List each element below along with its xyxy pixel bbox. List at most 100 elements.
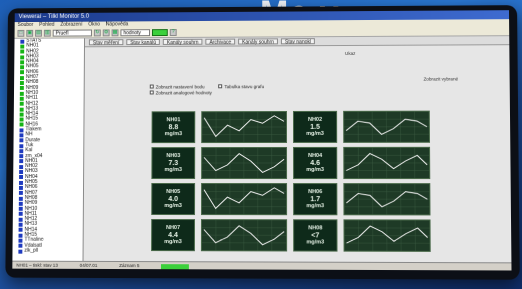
channel-value: 1.5 (310, 123, 320, 131)
channel-status-icon (18, 191, 23, 196)
channel-status-icon (19, 149, 24, 154)
channel-status-icon (20, 49, 25, 54)
channel-name: NH06 (308, 188, 323, 195)
channel-status-icon (20, 44, 25, 49)
monitor-bezel: Vieweraí – Tilkl Monitor 5.0 Soubor Pohle… (5, 5, 520, 280)
channel-status-icon (19, 117, 24, 122)
channel-status-icon (18, 233, 23, 238)
channel-trend-chart[interactable] (343, 219, 431, 252)
channel-trend-chart[interactable] (201, 183, 288, 216)
point-field[interactable]: Pruefl (52, 29, 92, 37)
channel-name: NH02 (307, 116, 323, 123)
channel-status-icon (20, 60, 25, 65)
chart-icon[interactable]: ▦ (111, 29, 119, 37)
channel-status-icon (18, 222, 23, 227)
channel-name: NH04 (308, 152, 323, 159)
channel-value: 8.8 (168, 123, 179, 131)
channel-value-box[interactable]: NH08 <7 mg/m3 (293, 219, 338, 252)
channel-value-box[interactable]: NH03 7.3 mg/m3 (151, 147, 196, 180)
option-label: Tabulka stavu grafu (224, 83, 265, 89)
tab[interactable]: Archivace (205, 38, 236, 46)
channel-status-icon (20, 54, 25, 59)
status-ok-indicator (161, 263, 190, 269)
save-icon[interactable]: ▤ (35, 29, 42, 37)
tab[interactable]: Kanály souhrn (238, 38, 278, 46)
channel-unit: mg/m3 (164, 238, 182, 245)
option-label: Zobrazit analogové hodnoty (155, 89, 212, 95)
channel-unit: mg/m3 (306, 166, 325, 173)
channel-value: <7 (311, 231, 320, 239)
channel-name: NH03 (166, 152, 181, 159)
menu-item[interactable]: Zobrazení (60, 22, 82, 29)
menu-item[interactable]: Soubor (18, 22, 34, 29)
channel-status-icon (18, 217, 23, 222)
channel-status-icon (19, 122, 24, 127)
tab[interactable]: Stav měření (88, 39, 124, 46)
channel-status-icon (18, 249, 23, 254)
channel-status-icon (18, 185, 23, 190)
open-icon[interactable]: ▣ (26, 29, 34, 37)
tab[interactable]: Stav kanálů (126, 39, 160, 46)
channel-status-icon (18, 206, 23, 211)
channel-status-icon (19, 96, 24, 101)
channel-status-icon (18, 196, 23, 201)
channel-status-icon (18, 238, 23, 243)
channel-trend-chart[interactable] (343, 110, 431, 143)
channel-status-icon (19, 75, 24, 80)
channel-value-box[interactable]: NH01 8.8 mg/m3 (151, 111, 196, 144)
settings-icon[interactable]: ⚙ (102, 29, 110, 37)
channel-trend-chart[interactable] (201, 146, 288, 180)
channel-status-icon (20, 65, 25, 70)
option-checkbox[interactable] (149, 84, 154, 89)
channel-unit: mg/m3 (306, 130, 324, 137)
channel-value-box[interactable]: NH04 4.6 mg/m3 (293, 146, 338, 180)
channel-name: NH05 (166, 188, 181, 195)
channel-name: NH08 (308, 224, 323, 231)
channel-trend-chart[interactable] (343, 146, 431, 180)
channel-trend-chart[interactable] (343, 183, 431, 216)
values-field[interactable]: hodnoty (120, 29, 151, 37)
help-icon[interactable]: ? (169, 29, 177, 36)
menu-item[interactable]: Okno (88, 22, 100, 29)
channel-trend-chart[interactable] (200, 219, 288, 252)
menu-item[interactable]: Nápověda (106, 21, 128, 28)
app-window: Vieweraí – Tilkl Monitor 5.0 Soubor Pohle… (12, 10, 512, 271)
channel-value: 1.7 (310, 195, 321, 203)
status-bar: NH01 – tiskl: stav 13 04/07.01 Záznam 5 (12, 260, 512, 271)
channel-status-icon (19, 159, 24, 164)
new-icon[interactable]: □ (17, 29, 25, 37)
channel-trend-chart[interactable] (201, 110, 288, 144)
status-indicator (151, 29, 168, 37)
tree-item-label: zlk_pll (24, 247, 39, 254)
channel-value-box[interactable]: NH05 4.0 mg/m3 (151, 182, 196, 216)
channel-value-box[interactable]: NH06 1.7 mg/m3 (293, 183, 338, 216)
option-label: Zobrazit nastavení bodu (155, 83, 205, 89)
tree-item[interactable]: zlk_pll (12, 247, 82, 255)
channel-status-icon (18, 212, 23, 217)
channel-name: NH07 (166, 224, 181, 231)
tab[interactable]: Kanály souhrn (162, 38, 203, 46)
channel-value-box[interactable]: NH02 1.5 mg/m3 (292, 110, 338, 143)
channel-status-icon (19, 112, 24, 117)
main-panel: Stav měření Stav kanálů Kanály souhrn Archi… (83, 36, 512, 263)
channel-status-icon (19, 86, 24, 91)
channel-status-icon (19, 107, 24, 112)
status-date: 04/07.01 (79, 262, 98, 268)
channel-value: 7.3 (168, 159, 179, 167)
option-checkbox[interactable] (218, 84, 223, 89)
tab[interactable]: Stav nanokl (280, 38, 316, 45)
channel-tree: STATS NH01 NH02 NH03 NH04 NH05 NH06 NH07 NH08 NH0… (12, 38, 86, 261)
channel-status-icon (20, 39, 25, 44)
header-right-label: Ukaz (344, 50, 356, 56)
print-icon[interactable]: ▥ (43, 29, 51, 37)
menu-item[interactable]: Pohled (39, 22, 54, 29)
status-left: NH01 – tiskl: stav 13 (16, 262, 58, 268)
refresh-icon[interactable]: ↻ (93, 29, 101, 37)
view-tabs: Stav měření Stav kanálů Kanály souhrn Archi… (84, 36, 510, 48)
channel-status-icon (19, 154, 24, 159)
option-checkbox[interactable] (149, 90, 154, 95)
channel-value-box[interactable]: NH07 4.4 mg/m3 (151, 218, 196, 252)
channel-unit: mg/m3 (164, 130, 183, 137)
channel-name: NH01 (166, 116, 181, 123)
channel-status-icon (19, 170, 24, 175)
